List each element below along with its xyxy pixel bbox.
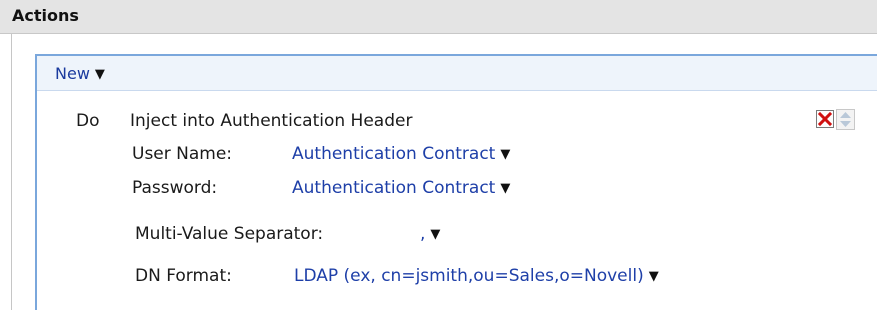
user-name-dropdown[interactable]: Authentication Contract ▼ <box>292 144 510 164</box>
new-menu-label: New <box>55 64 90 83</box>
caret-down-icon: ▼ <box>500 147 511 162</box>
section-title: Actions <box>12 6 79 25</box>
up-down-arrows-icon[interactable] <box>836 109 855 130</box>
actions-section-header: Actions <box>0 0 877 34</box>
caret-down-icon: ▼ <box>648 269 659 284</box>
dn-format-dropdown[interactable]: LDAP (ex, cn=jsmith,ou=Sales,o=Novell) ▼ <box>294 266 659 286</box>
separator-value: , <box>420 224 426 244</box>
user-name-label: User Name: <box>132 144 233 164</box>
caret-down-icon: ▼ <box>94 67 105 82</box>
left-divider <box>11 34 12 310</box>
do-keyword: Do <box>76 111 100 131</box>
password-value: Authentication Contract <box>292 178 496 198</box>
action-name: Inject into Authentication Header <box>130 111 413 131</box>
delete-x-icon[interactable] <box>816 110 834 128</box>
separator-label: Multi-Value Separator: <box>135 224 324 244</box>
separator-dropdown[interactable]: , ▼ <box>420 224 440 244</box>
dn-format-value: LDAP (ex, cn=jsmith,ou=Sales,o=Novell) <box>294 266 644 286</box>
dn-format-label: DN Format: <box>135 266 232 286</box>
caret-down-icon: ▼ <box>500 181 511 196</box>
password-dropdown[interactable]: Authentication Contract ▼ <box>292 178 510 198</box>
password-label: Password: <box>132 178 218 198</box>
caret-down-icon: ▼ <box>430 227 441 242</box>
user-name-value: Authentication Contract <box>292 144 496 164</box>
panel-toolbar: New ▼ <box>37 56 877 91</box>
new-menu-button[interactable]: New ▼ <box>55 64 105 83</box>
